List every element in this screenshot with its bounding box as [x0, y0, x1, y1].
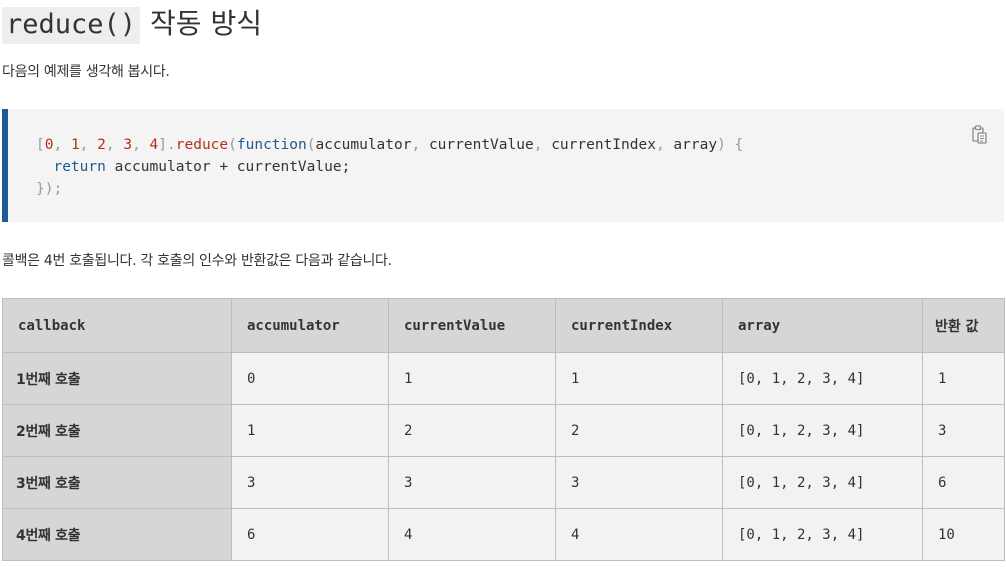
table-header-cell: accumulator — [231, 298, 389, 353]
table-cell: 4 — [388, 508, 556, 561]
row-label: 4번째 호출 — [2, 508, 232, 561]
table-row: 4번째 호출 6 4 4 [0, 1, 2, 3, 4] 10 — [2, 508, 1005, 561]
code-array-item: 2 — [97, 137, 106, 153]
table-cell: [0, 1, 2, 3, 4] — [722, 508, 923, 561]
table-cell: [0, 1, 2, 3, 4] — [722, 404, 923, 457]
code-param: currentValue — [428, 137, 534, 153]
table-header-cell: array — [722, 298, 923, 353]
table-cell: 2 — [388, 404, 556, 457]
table-cell: 1 — [231, 404, 389, 457]
code-param: array — [673, 137, 718, 153]
table-cell: 4 — [555, 508, 723, 561]
table-cell: [0, 1, 2, 3, 4] — [722, 456, 923, 509]
table-row: 1번째 호출 0 1 1 [0, 1, 2, 3, 4] 1 — [2, 352, 1005, 405]
code-expression: accumulator + currentValue; — [114, 159, 351, 175]
table-cell: 2 — [555, 404, 723, 457]
table-cell: 1 — [555, 352, 723, 405]
row-label: 1번째 호출 — [2, 352, 232, 405]
table-header-row: callback accumulator currentValue curren… — [2, 298, 1005, 353]
heading-text: 작동 방식 — [150, 7, 262, 40]
code-array-item: 1 — [70, 137, 80, 153]
reduce-calls-table: callback accumulator currentValue curren… — [2, 298, 1005, 561]
table-cell: 3 — [555, 456, 723, 509]
code-closing: }); — [36, 181, 63, 197]
row-label: 3번째 호출 — [2, 456, 232, 509]
table-header-cell: 반환 값 — [922, 298, 1005, 353]
table-cell: 3 — [922, 404, 1005, 457]
code-param: accumulator — [315, 137, 412, 153]
row-label: 2번째 호출 — [2, 404, 232, 457]
table-cell: 6 — [922, 456, 1005, 509]
table-cell: 10 — [922, 508, 1005, 561]
table-cell: 3 — [388, 456, 556, 509]
table-cell: 1 — [922, 352, 1005, 405]
table-row: 3번째 호출 3 3 3 [0, 1, 2, 3, 4] 6 — [2, 456, 1005, 509]
table-row: 2번째 호출 1 2 2 [0, 1, 2, 3, 4] 3 — [2, 404, 1005, 457]
code-block: [0, 1, 2, 3, 4].reduce(function(accumula… — [2, 109, 1004, 222]
clipboard-icon[interactable] — [970, 125, 988, 145]
table-header-cell: currentIndex — [555, 298, 723, 353]
table-cell: 6 — [231, 508, 389, 561]
code-listing: [0, 1, 2, 3, 4].reduce(function(accumula… — [36, 137, 744, 197]
code-keyword-return: return — [53, 159, 106, 175]
table-cell: 1 — [388, 352, 556, 405]
code-method: reduce — [175, 137, 229, 153]
code-array-item: 4 — [149, 137, 159, 153]
section-heading: reduce() 작동 방식 — [2, 2, 262, 44]
table-header-cell: currentValue — [388, 298, 556, 353]
heading-code: reduce() — [2, 7, 141, 44]
code-keyword-function: function — [236, 137, 307, 153]
table-cell: 0 — [231, 352, 389, 405]
summary-paragraph: 콜백은 4번 호출됩니다. 각 호출의 인수와 반환값은 다음과 같습니다. — [2, 253, 392, 269]
table-header-cell: callback — [2, 298, 232, 353]
intro-paragraph: 다음의 예제를 생각해 봅시다. — [2, 64, 170, 80]
code-param: currentIndex — [551, 137, 656, 153]
table-cell: 3 — [231, 456, 389, 509]
code-array-item: 3 — [123, 137, 133, 153]
table-cell: [0, 1, 2, 3, 4] — [722, 352, 923, 405]
